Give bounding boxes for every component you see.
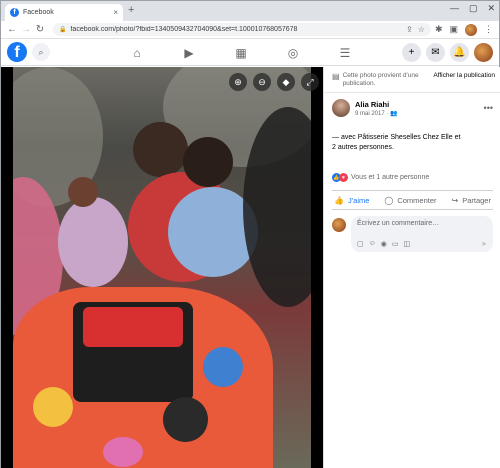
zoom-in-icon[interactable]: ⊕ (229, 73, 247, 91)
info-icon: ▤ (332, 72, 340, 81)
commenter-avatar (332, 218, 346, 232)
home-icon[interactable]: ⌂ (111, 39, 163, 66)
like-label: J'aime (347, 195, 370, 205)
reload-icon[interactable]: ↻ (33, 24, 47, 35)
reactions-summary[interactable]: 👍 ♥ Vous et 1 autre personne (324, 153, 500, 182)
window-close-icon[interactable]: ✕ (487, 3, 495, 14)
lock-icon: 🔒 (59, 27, 67, 33)
reactions-text: Vous et 1 autre personne (351, 174, 430, 181)
forward-icon[interactable]: → (19, 24, 33, 35)
maximize-icon[interactable]: ▢ (469, 3, 478, 14)
love-reaction-icon: ♥ (339, 173, 348, 182)
search-icon[interactable]: ⌕ (32, 43, 50, 61)
profile-avatar[interactable] (465, 23, 477, 36)
post-actions: 👍 J'aime ◯ Commenter ↪ Partager (332, 190, 493, 210)
comment-input[interactable]: Écrivez un commentaire… ▢ ☺ ◉ ▭ ◫ ➤ (351, 216, 493, 252)
extensions-area: ✱ ▣ ⋮ (435, 23, 495, 36)
zoom-out-icon[interactable]: ⊖ (253, 73, 271, 91)
comment-composer: Écrivez un commentaire… ▢ ☺ ◉ ▭ ◫ ➤ (324, 210, 500, 252)
send-icon[interactable]: ➤ (481, 240, 487, 248)
account-avatar[interactable] (474, 43, 493, 62)
post-date-text: 9 mai 2017 · (355, 110, 391, 117)
browser-tab[interactable]: f Facebook × (5, 4, 123, 21)
like-button[interactable]: 👍 J'aime (334, 196, 369, 205)
minimize-icon[interactable]: — (450, 3, 459, 14)
tagged-others-link[interactable]: 2 autres personnes (332, 144, 392, 151)
new-tab-icon[interactable]: + (128, 4, 134, 16)
gif-icon[interactable]: ▭ (392, 240, 399, 248)
create-plus-icon[interactable]: + (402, 43, 421, 62)
avatar-sticker-icon[interactable]: ▢ (357, 240, 364, 248)
author-name[interactable]: Alia Riahi (355, 100, 398, 109)
caption-mid: et (452, 134, 461, 141)
share-button[interactable]: ↪ Partager (452, 196, 491, 205)
messenger-icon[interactable]: ✉ (426, 43, 445, 62)
tab-title: Facebook (23, 9, 54, 16)
more-options-icon[interactable]: ••• (484, 103, 493, 113)
friends-audience-icon: 👥 (390, 110, 398, 117)
facebook-favicon-icon: f (10, 8, 19, 17)
groups-icon[interactable]: ◎ (267, 39, 319, 66)
main-nav: ⌂ ▶ ▦ ◎ ☰ (111, 39, 371, 66)
caption-end: . (391, 144, 394, 151)
tab-close-icon[interactable]: × (113, 8, 118, 17)
facebook-header: f ⌕ ⌂ ▶ ▦ ◎ ☰ + ✉ 🔔 (1, 39, 499, 66)
facebook-logo[interactable]: f (7, 42, 27, 62)
tag-icon[interactable]: ◆ (277, 73, 295, 91)
camera-icon[interactable]: ◉ (381, 240, 387, 248)
tab-strip: f Facebook × + — ▢ ✕ (1, 1, 499, 21)
fullscreen-icon[interactable]: ⤢ (301, 73, 319, 91)
back-icon[interactable]: ← (5, 24, 19, 35)
extensions-icon[interactable]: ✱ (435, 24, 443, 35)
video-icon[interactable]: ▶ (163, 39, 215, 66)
sticker-icon[interactable]: ◫ (404, 240, 411, 248)
photo-viewer: ⊕ ⊖ ◆ ⤢ ▤ Cette photo provient d'une pub… (1, 67, 500, 468)
comment-placeholder: Écrivez un commentaire… (357, 220, 440, 227)
photo-area: ⊕ ⊖ ◆ ⤢ (1, 67, 323, 468)
caption-prefix: — avec (332, 134, 358, 141)
view-post-link[interactable]: Afficher la publication (433, 72, 495, 79)
thumbs-up-icon: 👍 (334, 195, 344, 205)
birthday-photo (13, 67, 311, 468)
marketplace-icon[interactable]: ▦ (215, 39, 267, 66)
post-date[interactable]: 9 mai 2017 · 👥 (355, 110, 398, 117)
bookmark-star-icon[interactable]: ☆ (418, 25, 425, 34)
comment-bubble-icon: ◯ (384, 195, 394, 205)
author-row: Alia Riahi 9 mai 2017 · 👥 ••• (324, 93, 500, 117)
comment-button[interactable]: ◯ Commenter (384, 196, 436, 205)
post-side-panel: ▤ Cette photo provient d'une publication… (323, 67, 500, 468)
author-avatar[interactable] (332, 99, 350, 117)
side-panel-icon[interactable]: ▣ (449, 24, 458, 35)
comment-label: Commenter (397, 195, 437, 205)
tagged-page-link[interactable]: Pâtisserie Sheselles Chez Elle (358, 134, 453, 141)
emoji-icon[interactable]: ☺ (369, 240, 376, 248)
comment-tools: ▢ ☺ ◉ ▭ ◫ (357, 240, 410, 248)
notice-text: Cette photo provient d'une publication. (342, 72, 419, 87)
share-page-icon[interactable]: ⇪ (406, 25, 413, 34)
source-notice: ▤ Cette photo provient d'une publication… (324, 67, 500, 93)
address-bar: ← → ↻ 🔒 facebook.com/photo/?fbid=1340509… (1, 21, 499, 39)
notifications-bell-icon[interactable]: 🔔 (450, 43, 469, 62)
menu-icon[interactable]: ☰ (319, 39, 371, 66)
photo-controls: ⊕ ⊖ ◆ ⤢ (229, 73, 319, 91)
url-input[interactable]: 🔒 facebook.com/photo/?fbid=1340509432704… (53, 23, 431, 36)
post-caption: — avec Pâtisserie Sheselles Chez Elle et… (324, 117, 500, 153)
browser-menu-icon[interactable]: ⋮ (484, 24, 493, 35)
share-arrow-icon: ↪ (451, 195, 459, 205)
window-controls: — ▢ ✕ (450, 3, 495, 14)
browser-window: f Facebook × + — ▢ ✕ ← → ↻ 🔒 facebook.co… (0, 0, 500, 468)
share-label: Partager (462, 195, 491, 205)
header-actions: + ✉ 🔔 (402, 43, 493, 62)
url-text: facebook.com/photo/?fbid=134050943270409… (70, 26, 298, 33)
